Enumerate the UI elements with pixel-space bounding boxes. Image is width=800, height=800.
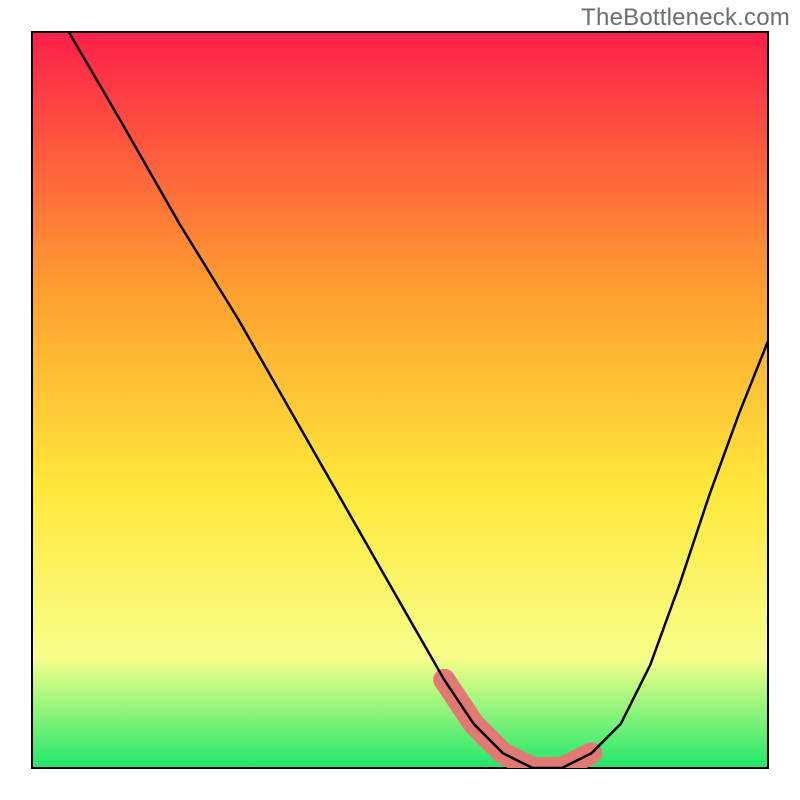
chart-container: TheBottleneck.com [0,0,800,800]
plot-background [32,32,768,768]
attribution-text: TheBottleneck.com [581,4,790,32]
chart-svg [0,0,800,800]
